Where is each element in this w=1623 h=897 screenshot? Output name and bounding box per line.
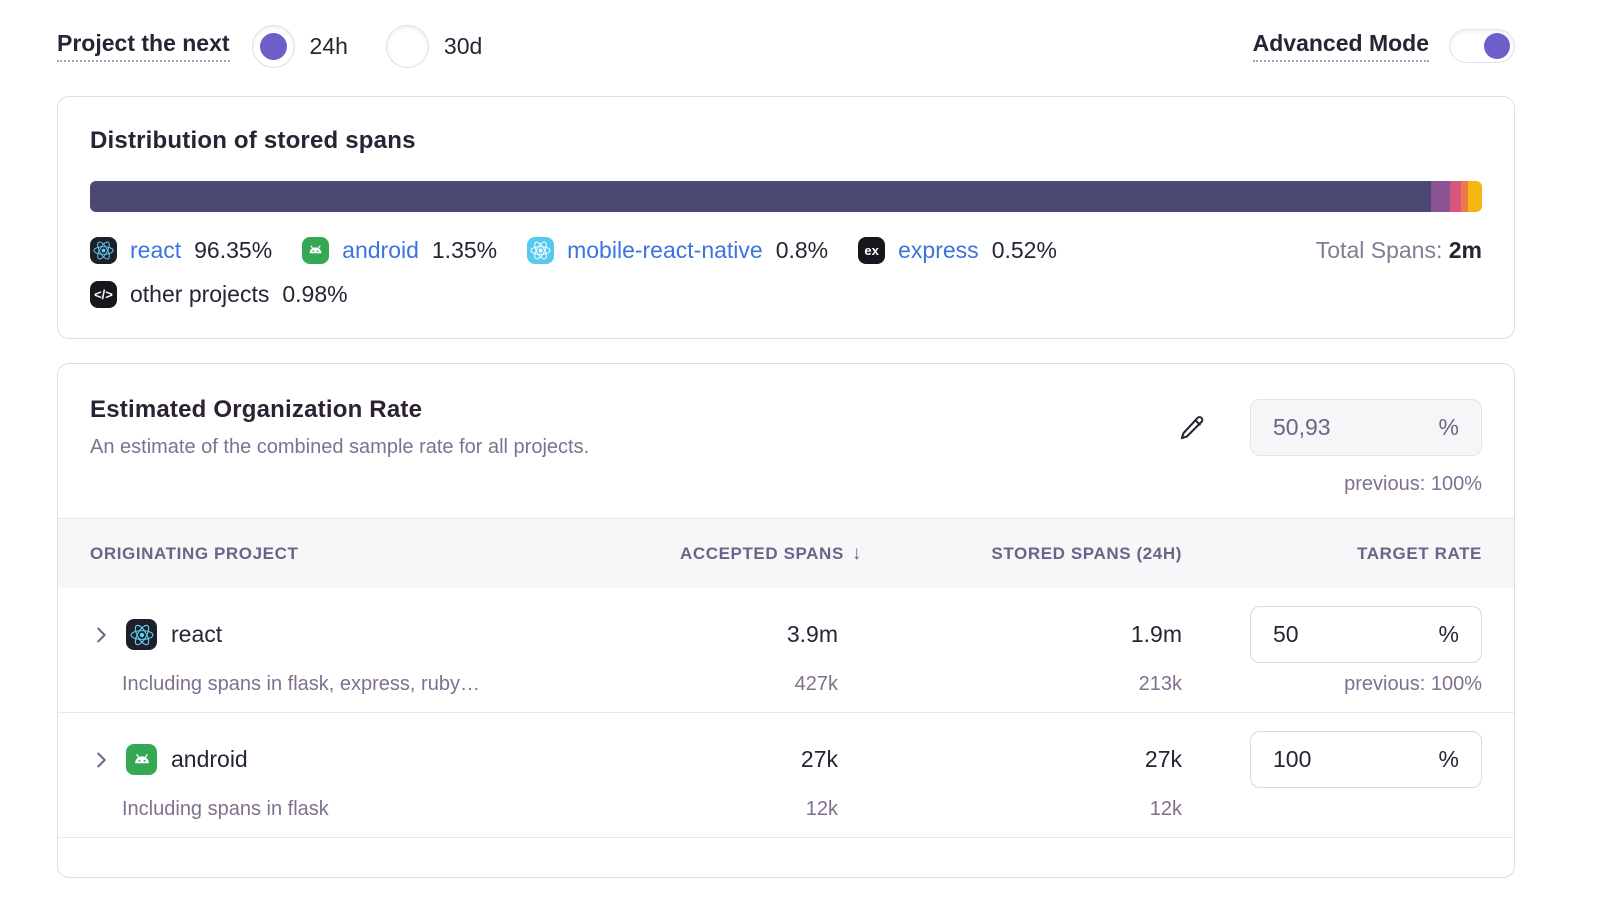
radio-30d-circle[interactable] bbox=[386, 25, 429, 68]
column-originating-project: ORIGINATING PROJECT bbox=[90, 544, 592, 564]
distribution-card: Distribution of stored spans react 96.35… bbox=[57, 96, 1515, 339]
bar-segment-other-projects[interactable] bbox=[1468, 181, 1482, 212]
edit-rate-button[interactable] bbox=[1179, 414, 1206, 441]
other-projects-icon: </> bbox=[90, 281, 117, 308]
next-row-cutoff bbox=[58, 837, 1514, 877]
android-project-icon bbox=[126, 744, 157, 775]
bar-segment-express[interactable] bbox=[1461, 181, 1468, 212]
legend-mobile-react-native-pct: 0.8% bbox=[776, 237, 828, 264]
advanced-mode-control: Advanced Mode bbox=[1253, 29, 1515, 63]
legend-other-projects-pct: 0.98% bbox=[282, 281, 347, 308]
express-project-icon: ex bbox=[858, 237, 885, 264]
legend-item-express: ex express 0.52% bbox=[858, 237, 1057, 264]
bar-segment-mobile-react-native[interactable] bbox=[1450, 181, 1461, 212]
project-next-label: Project the next bbox=[57, 30, 230, 62]
react-accepted-spans: 3.9m bbox=[592, 606, 862, 663]
radio-option-24h[interactable]: 24h bbox=[252, 25, 348, 68]
table-row-react: react 3.9m 1.9m % Including spans in fla… bbox=[58, 588, 1514, 712]
top-controls-bar: Project the next 24h 30d Advanced Mode bbox=[57, 22, 1515, 70]
react-stored-spans: 1.9m bbox=[862, 606, 1182, 663]
distribution-title: Distribution of stored spans bbox=[90, 127, 1482, 155]
legend-other-projects-label: other projects bbox=[130, 281, 269, 308]
react-subtext: Including spans in flask, express, ruby… bbox=[90, 673, 592, 696]
org-rate-unit: % bbox=[1439, 414, 1459, 441]
react-rate-input-box: % bbox=[1250, 606, 1482, 663]
distribution-legend-row-2: </> other projects 0.98% bbox=[90, 281, 1482, 308]
column-stored-spans[interactable]: STORED SPANS (24H) bbox=[862, 544, 1182, 564]
react-rate-previous: previous: 100% bbox=[1182, 673, 1482, 696]
react-native-project-icon bbox=[527, 237, 554, 264]
android-project-cell: android bbox=[90, 731, 592, 788]
android-accepted-spans: 27k bbox=[592, 731, 862, 788]
react-project-name: react bbox=[171, 621, 222, 648]
radio-24h-selected-dot bbox=[260, 33, 287, 60]
radio-24h-label[interactable]: 24h bbox=[310, 33, 348, 60]
android-rate-input[interactable] bbox=[1273, 746, 1439, 773]
advanced-mode-toggle[interactable] bbox=[1449, 29, 1515, 63]
table-header-row: ORIGINATING PROJECT ACCEPTED SPANS↓ STOR… bbox=[58, 518, 1514, 588]
sort-desc-icon: ↓ bbox=[852, 543, 862, 564]
android-stored-spans: 27k bbox=[862, 731, 1182, 788]
react-rate-input[interactable] bbox=[1273, 621, 1439, 648]
legend-express-link[interactable]: express bbox=[898, 237, 979, 264]
org-rate-description: An estimate of the combined sample rate … bbox=[90, 436, 1179, 459]
code-glyph: </> bbox=[94, 287, 113, 302]
distribution-legend-row-1: react 96.35% android 1.35% mobile-react-… bbox=[90, 237, 1482, 264]
legend-item-react: react 96.35% bbox=[90, 237, 272, 264]
bar-segment-react[interactable] bbox=[90, 181, 1431, 212]
radio-option-30d[interactable]: 30d bbox=[386, 25, 482, 68]
org-rate-input bbox=[1273, 414, 1439, 441]
org-rate-input-box: % bbox=[1250, 399, 1482, 456]
total-spans-value: 2m bbox=[1449, 237, 1482, 263]
total-spans: Total Spans: 2m bbox=[1316, 237, 1482, 264]
legend-item-other-projects: </> other projects 0.98% bbox=[90, 281, 348, 308]
react-rate-unit: % bbox=[1439, 621, 1459, 648]
android-stored-sub: 12k bbox=[862, 798, 1182, 821]
expand-react-chevron-icon[interactable] bbox=[90, 624, 112, 646]
react-project-icon bbox=[126, 619, 157, 650]
table-row-android: android 27k 27k % Including spans in fla… bbox=[58, 712, 1514, 837]
org-rate-controls: % bbox=[1179, 396, 1482, 459]
org-rate-header: Estimated Organization Rate An estimate … bbox=[58, 396, 1514, 459]
legend-android-link[interactable]: android bbox=[342, 237, 419, 264]
expand-android-chevron-icon[interactable] bbox=[90, 749, 112, 771]
android-rate-input-box: % bbox=[1250, 731, 1482, 788]
advanced-mode-label: Advanced Mode bbox=[1253, 30, 1429, 62]
sampling-settings-page: Project the next 24h 30d Advanced Mode D… bbox=[57, 22, 1515, 878]
legend-item-mobile-react-native: mobile-react-native 0.8% bbox=[527, 237, 828, 264]
bar-segment-android[interactable] bbox=[1431, 181, 1450, 212]
total-spans-label: Total Spans: bbox=[1316, 237, 1443, 263]
react-target-rate-cell: % bbox=[1182, 606, 1482, 663]
legend-express-pct: 0.52% bbox=[992, 237, 1057, 264]
radio-24h-circle[interactable] bbox=[252, 25, 295, 68]
stored-spans-stacked-bar bbox=[90, 181, 1482, 212]
react-accepted-sub: 427k bbox=[592, 673, 862, 696]
org-rate-previous: previous: 100% bbox=[58, 459, 1514, 518]
legend-mobile-react-native-link[interactable]: mobile-react-native bbox=[567, 237, 763, 264]
org-rate-text-block: Estimated Organization Rate An estimate … bbox=[90, 396, 1179, 459]
android-project-icon bbox=[302, 237, 329, 264]
org-rate-card: Estimated Organization Rate An estimate … bbox=[57, 363, 1515, 878]
legend-item-android: android 1.35% bbox=[302, 237, 497, 264]
android-target-rate-cell: % bbox=[1182, 731, 1482, 788]
time-range-radio-group: 24h 30d bbox=[252, 25, 483, 68]
android-subtext: Including spans in flask bbox=[90, 798, 592, 821]
column-accepted-spans[interactable]: ACCEPTED SPANS↓ bbox=[592, 543, 862, 565]
org-rate-title: Estimated Organization Rate bbox=[90, 396, 1179, 424]
pencil-icon bbox=[1179, 414, 1206, 441]
android-accepted-sub: 12k bbox=[592, 798, 862, 821]
react-stored-sub: 213k bbox=[862, 673, 1182, 696]
android-project-name: android bbox=[171, 746, 248, 773]
android-rate-unit: % bbox=[1439, 746, 1459, 773]
column-target-rate: TARGET RATE bbox=[1182, 544, 1482, 564]
express-glyph: ex bbox=[864, 243, 878, 258]
toggle-knob bbox=[1484, 33, 1510, 59]
radio-30d-label[interactable]: 30d bbox=[444, 33, 482, 60]
legend-react-pct: 96.35% bbox=[194, 237, 272, 264]
legend-react-link[interactable]: react bbox=[130, 237, 181, 264]
legend-android-pct: 1.35% bbox=[432, 237, 497, 264]
react-project-icon bbox=[90, 237, 117, 264]
react-project-cell: react bbox=[90, 606, 592, 663]
